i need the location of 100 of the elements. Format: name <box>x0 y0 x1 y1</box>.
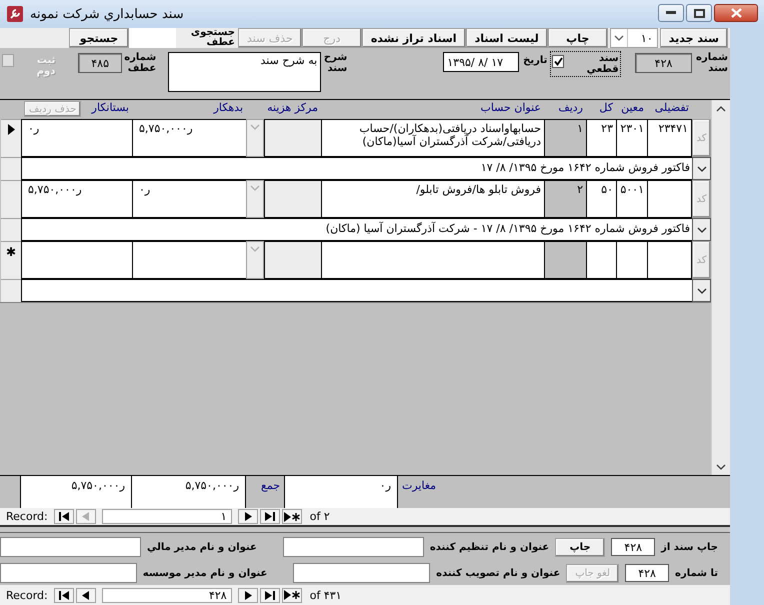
toolbar-button[interactable]: اسناد تراز نشده <box>362 28 466 48</box>
table-cell: ۵,۷۵۰,۰۰۰ر <box>21 180 132 218</box>
last-record-button[interactable] <box>260 588 280 602</box>
previous-icon <box>82 512 90 521</box>
last-icon <box>264 590 275 600</box>
next-icon <box>244 590 252 600</box>
window-title: سند حسابداري شرکت نمونه <box>30 6 185 22</box>
copies-combo[interactable]: ۱۰ <box>610 28 658 48</box>
table-cell: ۵۰ <box>586 180 616 218</box>
chevron-up-icon <box>716 106 726 112</box>
dropdown-button[interactable] <box>692 218 711 241</box>
toolbar-button[interactable]: چاپ <box>548 28 608 48</box>
chevron-down-icon <box>250 185 260 191</box>
column-header: کل <box>599 101 613 114</box>
minimize-icon <box>666 11 676 15</box>
new-record-marker: ✱ <box>6 246 16 258</box>
record-number-field[interactable]: ۱ <box>102 509 232 524</box>
print-from-label: جاپ سند از <box>661 542 718 552</box>
cost-center-cell <box>264 119 321 157</box>
print-to-label: تا شماره <box>675 568 718 578</box>
chevron-down-icon <box>696 166 706 172</box>
checkmark-icon <box>554 57 563 66</box>
difference-label: مغایرت <box>401 478 438 494</box>
print-to-field[interactable]: ۴۲۸ <box>625 564 670 582</box>
last-record-button[interactable] <box>260 509 280 524</box>
next-icon <box>244 512 252 521</box>
table-cell <box>544 241 586 279</box>
table-cell: ۱ <box>544 119 586 157</box>
cost-center-cell <box>264 241 321 279</box>
next-record-button[interactable] <box>238 588 258 602</box>
table-cell: ۲۳۰۱ <box>616 119 647 157</box>
new-record-button[interactable] <box>282 588 302 602</box>
signer-label: عنوان و نام مدیر مالي <box>146 542 258 552</box>
line-description: فاکتور فروش شماره ۱۶۴۲ مورخ ۱۳۹۵/ ۸/ ۱۷ <box>21 157 692 180</box>
table-cell: ۵,۷۵۰,۰۰۰ر <box>132 119 246 157</box>
dropdown-button[interactable] <box>692 157 711 180</box>
chevron-down-icon <box>614 35 624 41</box>
chevron-down-icon <box>250 246 260 252</box>
new-record-icon <box>284 512 300 522</box>
document-number-label: شماره سند <box>696 52 728 74</box>
table-cell: ۰ر <box>21 119 132 157</box>
signer-label: عنوان و نام تنظیم کننده <box>430 542 550 552</box>
final-label: سند قطعي <box>586 53 619 75</box>
first-record-button[interactable] <box>54 509 74 524</box>
signer-field[interactable] <box>293 563 430 583</box>
checkbox[interactable] <box>552 55 564 68</box>
signer-label: عنوان و نام مدیر موسسه <box>142 568 268 578</box>
new-record-button[interactable] <box>282 509 302 524</box>
record-label: Record: <box>6 510 48 523</box>
signer-field[interactable] <box>0 537 141 557</box>
last-icon <box>264 512 275 521</box>
signer-field[interactable] <box>282 537 424 557</box>
signer-field[interactable] <box>0 563 137 583</box>
credit-total-field: ۵,۷۵۰,۰۰۰ر <box>20 476 131 508</box>
previous-record-button[interactable] <box>76 588 96 602</box>
line-description: فاکتور فروش شماره ۱۶۴۲ مورخ ۱۳۹۵/ ۸/ ۱۷ - شرکت آذرگستران آسیا (ماکان) <box>21 218 692 241</box>
table-cell <box>647 180 692 218</box>
first-icon <box>58 590 69 600</box>
record-label: Record: <box>6 588 48 602</box>
description-field[interactable]: به شرح سند <box>168 52 322 92</box>
print-button[interactable]: جاپ <box>555 538 606 556</box>
restore-icon <box>694 8 704 18</box>
table-cell: ۲ <box>544 180 586 218</box>
date-label: تاریخ <box>523 55 548 66</box>
table-cell: ۵۰۰۱ <box>616 180 647 218</box>
record-number-field[interactable]: ۴۲۸ <box>102 588 232 602</box>
table-cell <box>647 241 692 279</box>
cost-center-cell <box>264 180 321 218</box>
document-number-field[interactable]: ۴۲۸ <box>635 53 692 73</box>
search-field[interactable] <box>129 28 176 48</box>
table-cell <box>586 241 616 279</box>
column-header: معین <box>621 101 644 114</box>
column-header: تفضیلی <box>654 101 689 114</box>
date-field[interactable]: ۱۳۹۵/ ۸/ ۱۷ <box>443 52 520 72</box>
search-label: جستجوی عطف <box>190 28 236 48</box>
table-cell: ۲۳ <box>586 119 616 157</box>
record-selector[interactable]: ✱ <box>1 241 21 279</box>
toolbar-button[interactable]: جستجو <box>69 28 130 48</box>
chevron-down-icon <box>696 288 706 294</box>
toolbar-button[interactable]: سند جدید <box>660 28 728 48</box>
chevron-down-icon <box>696 226 706 232</box>
account-cell: حسابهاواسناد دریافتی(بدهکاران)/حساب دریافتی/شرکت آذرگستران آسیا(ماکان) <box>321 119 544 157</box>
chevron-down-icon <box>250 124 260 130</box>
dropdown-button[interactable] <box>692 279 711 302</box>
record-count: of ۴۳۱ <box>310 588 342 602</box>
column-header: ردیف <box>558 101 583 114</box>
first-record-button[interactable] <box>54 588 74 602</box>
close-icon <box>730 8 742 18</box>
close-button[interactable] <box>714 4 758 22</box>
toolbar-button[interactable]: لیست اسناد <box>466 28 548 48</box>
app-icon <box>6 5 24 23</box>
scrollbar[interactable] <box>711 100 730 475</box>
minimize-button[interactable] <box>658 4 684 22</box>
record-selector[interactable] <box>1 119 21 157</box>
table-cell <box>616 241 647 279</box>
restore-button[interactable] <box>686 4 712 22</box>
previous-icon <box>82 590 90 600</box>
reference-number-field[interactable]: ۴۸۵ <box>78 53 122 73</box>
print-from-field[interactable]: ۴۲۸ <box>611 538 656 556</box>
next-record-button[interactable] <box>238 509 258 524</box>
